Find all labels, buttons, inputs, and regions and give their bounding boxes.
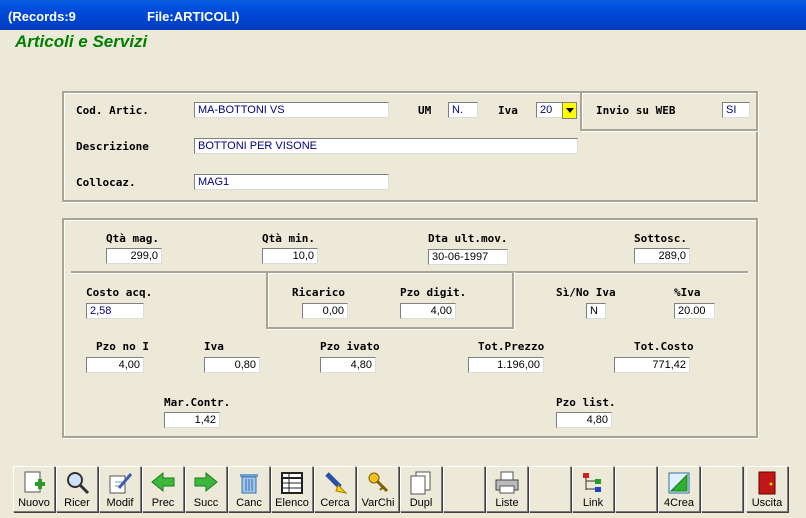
mar-contr-input[interactable]: 1,42: [164, 412, 220, 428]
qta-min-input[interactable]: 10,0: [262, 248, 318, 264]
arrow-right-icon: [194, 471, 218, 493]
dta-label: Dta ult.mov.: [428, 232, 508, 245]
tree-icon: [583, 473, 601, 492]
tot-prezzo-input[interactable]: 1.196,00: [468, 357, 544, 373]
new-document-icon: [24, 471, 45, 493]
canc-button[interactable]: Canc: [228, 466, 270, 512]
dupl-label: Dupl: [409, 497, 433, 509]
varchi-button[interactable]: VarChi: [357, 466, 399, 512]
empty-button[interactable]: [701, 466, 743, 512]
qta-mag-label: Qtà mag.: [106, 232, 159, 245]
perc-iva-input[interactable]: 20.00: [674, 303, 715, 319]
nuovo-button[interactable]: Nuovo: [13, 466, 55, 512]
arrow-left-icon: [151, 471, 175, 493]
pzo-list-label: Pzo list.: [556, 396, 616, 409]
prec-button[interactable]: Prec: [142, 466, 184, 512]
costo-label: Costo acq.: [86, 286, 153, 299]
descrizione-label: Descrizione: [76, 140, 149, 153]
iva-select[interactable]: 20: [536, 102, 564, 118]
uscita-label: Uscita: [751, 497, 783, 509]
iva-amount-label: Iva: [204, 340, 224, 353]
pzo-ivato-input[interactable]: 4,80: [320, 357, 376, 373]
ricer-label: Ricer: [64, 497, 90, 509]
modif-label: Modif: [106, 497, 134, 509]
qta-mag-input[interactable]: 299,0: [106, 248, 162, 264]
varchi-label: VarChi: [361, 497, 395, 509]
printer-icon: [495, 471, 519, 494]
cod-artic-label: Cod. Artic.: [76, 104, 149, 117]
collocaz-input[interactable]: MAG1: [194, 174, 389, 190]
ricarico-label: Ricarico: [292, 286, 345, 299]
crea-button[interactable]: 4Crea: [658, 466, 700, 512]
empty-button[interactable]: [615, 466, 657, 512]
uscita-button[interactable]: Uscita: [746, 466, 788, 512]
elenco-button[interactable]: Elenco: [271, 466, 313, 512]
empty-button[interactable]: [529, 466, 571, 512]
search-icon: [67, 472, 90, 495]
list-icon: [281, 472, 303, 494]
cerca-label: Cerca: [320, 497, 350, 509]
sottosc-label: Sottosc.: [634, 232, 687, 245]
liste-button[interactable]: Liste: [486, 466, 528, 512]
descrizione-input[interactable]: BOTTONI PER VISONE: [194, 138, 578, 154]
modif-button[interactable]: Modif: [99, 466, 141, 512]
sino-iva-label: Sì/No Iva: [556, 286, 616, 299]
dupl-button[interactable]: Dupl: [400, 466, 442, 512]
key-icon: [368, 472, 389, 493]
collocaz-label: Collocaz.: [76, 176, 136, 189]
toolbar: Nuovo Ricer Modif Prec Succ Canc Elenco …: [13, 466, 791, 512]
web-input[interactable]: SI: [722, 102, 750, 118]
tot-costo-input[interactable]: 771,42: [614, 357, 690, 373]
sino-iva-input[interactable]: N: [586, 303, 606, 319]
liste-label: Liste: [495, 497, 519, 509]
file-name: File:ARTICOLI): [147, 9, 240, 24]
empty-button[interactable]: [443, 466, 485, 512]
pzo-no-iva-input[interactable]: 4,00: [86, 357, 144, 373]
edit-icon: [109, 473, 133, 494]
pzo-digit-label: Pzo digit.: [400, 286, 467, 299]
dta-input[interactable]: 30-06-1997: [428, 249, 508, 265]
duplicate-icon: [410, 471, 431, 495]
tot-prezzo-label: Tot.Prezzo: [478, 340, 545, 353]
ricarico-subpanel: [266, 271, 514, 329]
succ-label: Succ: [193, 497, 219, 509]
highlighter-icon: [325, 472, 348, 494]
succ-button[interactable]: Succ: [185, 466, 227, 512]
trash-icon: [240, 474, 258, 494]
qta-min-label: Qtà min.: [262, 232, 315, 245]
sottosc-input[interactable]: 289,0: [634, 248, 690, 264]
title-bar[interactable]: (Records:9 File:ARTICOLI): [0, 0, 806, 30]
crea-label: 4Crea: [664, 497, 694, 509]
mar-contr-label: Mar.Contr.: [164, 396, 231, 409]
link-button[interactable]: Link: [572, 466, 614, 512]
costo-input[interactable]: 2,58: [86, 303, 144, 319]
link-label: Link: [582, 497, 604, 509]
um-input[interactable]: N.: [448, 102, 478, 118]
page-title: Articoli e Servizi: [15, 32, 148, 51]
ricer-button[interactable]: Ricer: [56, 466, 98, 512]
web-label: Invio su WEB: [596, 104, 676, 117]
divider: [512, 271, 748, 273]
iva-amount-input[interactable]: 0,80: [204, 357, 260, 373]
cod-artic-input[interactable]: MA-BOTTONI VS: [194, 102, 389, 118]
chevron-down-icon[interactable]: [562, 102, 577, 119]
records-count: (Records:9: [8, 9, 76, 24]
tot-costo-label: Tot.Costo: [634, 340, 694, 353]
pzo-no-iva-label: Pzo no I: [96, 340, 149, 353]
perc-iva-label: %Iva: [674, 286, 701, 299]
ricarico-input[interactable]: 0,00: [302, 303, 348, 319]
um-label: UM: [418, 104, 432, 117]
pzo-list-input[interactable]: 4,80: [556, 412, 612, 428]
canc-label: Canc: [236, 497, 262, 509]
pzo-digit-input[interactable]: 4,00: [400, 303, 456, 319]
nuovo-label: Nuovo: [18, 497, 50, 509]
create-icon: [668, 472, 690, 494]
iva-label: Iva: [498, 104, 518, 117]
cerca-button[interactable]: Cerca: [314, 466, 356, 512]
exit-door-icon: [758, 471, 776, 495]
divider: [71, 271, 267, 273]
prec-label: Prec: [151, 497, 175, 509]
pzo-ivato-label: Pzo ivato: [320, 340, 380, 353]
elenco-label: Elenco: [275, 497, 309, 509]
